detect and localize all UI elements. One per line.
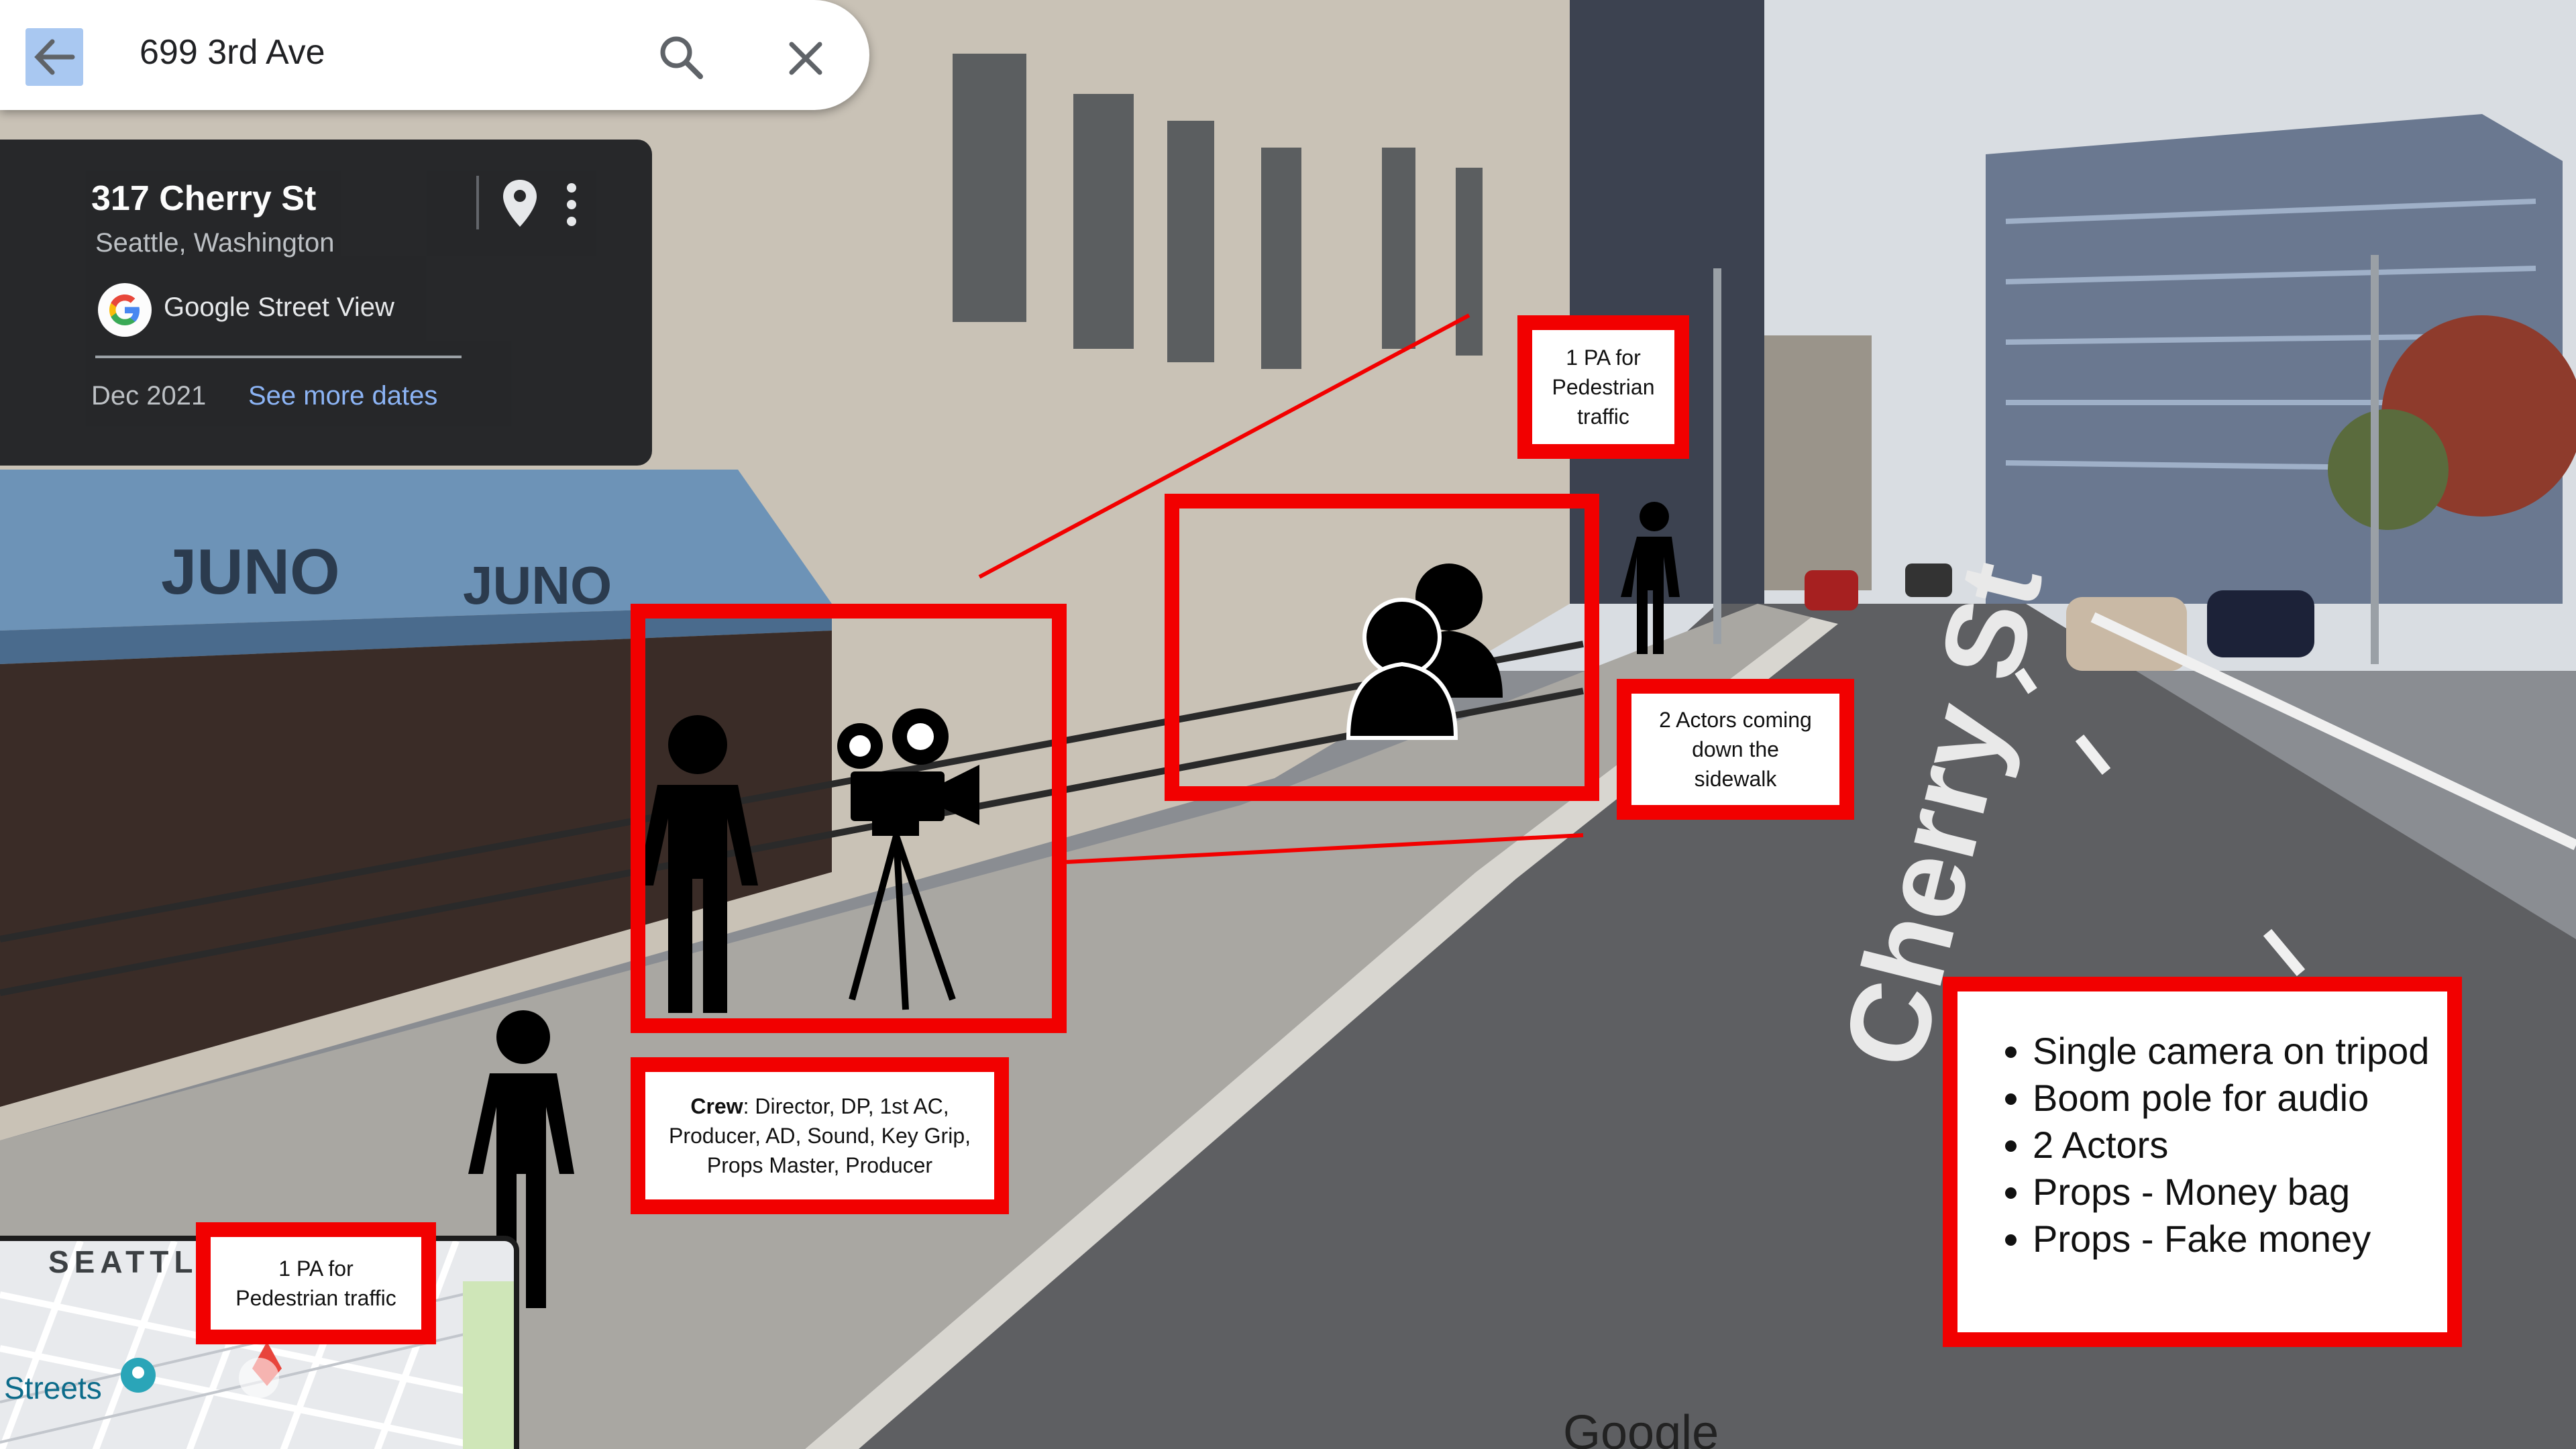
close-icon[interactable] (782, 35, 829, 82)
pa-top-label: 1 PA for Pedestrian traffic (1517, 315, 1689, 459)
list-item: Single camera on tripod (2033, 1028, 2447, 1075)
map-pin-icon[interactable] (502, 178, 538, 228)
actors-label: 2 Actors coming down the sidewalk (1617, 679, 1854, 820)
place-subtitle: Seattle, Washington (95, 228, 335, 258)
search-input[interactable]: 699 3rd Ave (140, 32, 325, 72)
crew-label-title: Crew (690, 1094, 743, 1118)
list-item: Boom pole for audio (2033, 1075, 2447, 1122)
list-item: Props - Fake money (2033, 1216, 2447, 1263)
distant-building (1764, 335, 1872, 590)
arrow-left-icon[interactable] (25, 28, 83, 86)
divider (476, 176, 479, 229)
google-watermark: Google (1563, 1406, 1719, 1449)
actors-box (1165, 494, 1599, 801)
place-info-card: 317 Cherry St Seattle, Washington Google… (0, 140, 652, 466)
google-logo-icon (98, 283, 152, 337)
minimap-streets-label: Streets (4, 1371, 102, 1405)
search-bar[interactable]: 699 3rd Ave (0, 0, 869, 110)
car (1805, 570, 1858, 610)
awning-text-1: JUNO (161, 536, 340, 608)
list-item: Props - Money bag (2033, 1169, 2447, 1216)
capture-date: Dec 2021 (91, 381, 207, 411)
equipment-list: Single camera on tripod Boom pole for au… (1943, 977, 2462, 1347)
street-view-source: Google Street View (164, 292, 394, 322)
search-icon[interactable] (657, 34, 704, 80)
divider (95, 356, 462, 358)
see-more-dates-link[interactable]: See more dates (248, 381, 437, 411)
place-title: 317 Cherry St (91, 179, 317, 218)
car (2207, 590, 2314, 657)
crew-label: Crew: Director, DP, 1st AC, Producer, AD… (631, 1057, 1009, 1214)
awning-text-2: JUNO (463, 555, 612, 615)
more-options-icon[interactable] (564, 181, 580, 228)
pa-bottom-label: 1 PA for Pedestrian traffic (196, 1222, 436, 1344)
tree (2328, 409, 2449, 530)
list-item: 2 Actors (2033, 1122, 2447, 1169)
crew-camera-box (631, 604, 1067, 1033)
